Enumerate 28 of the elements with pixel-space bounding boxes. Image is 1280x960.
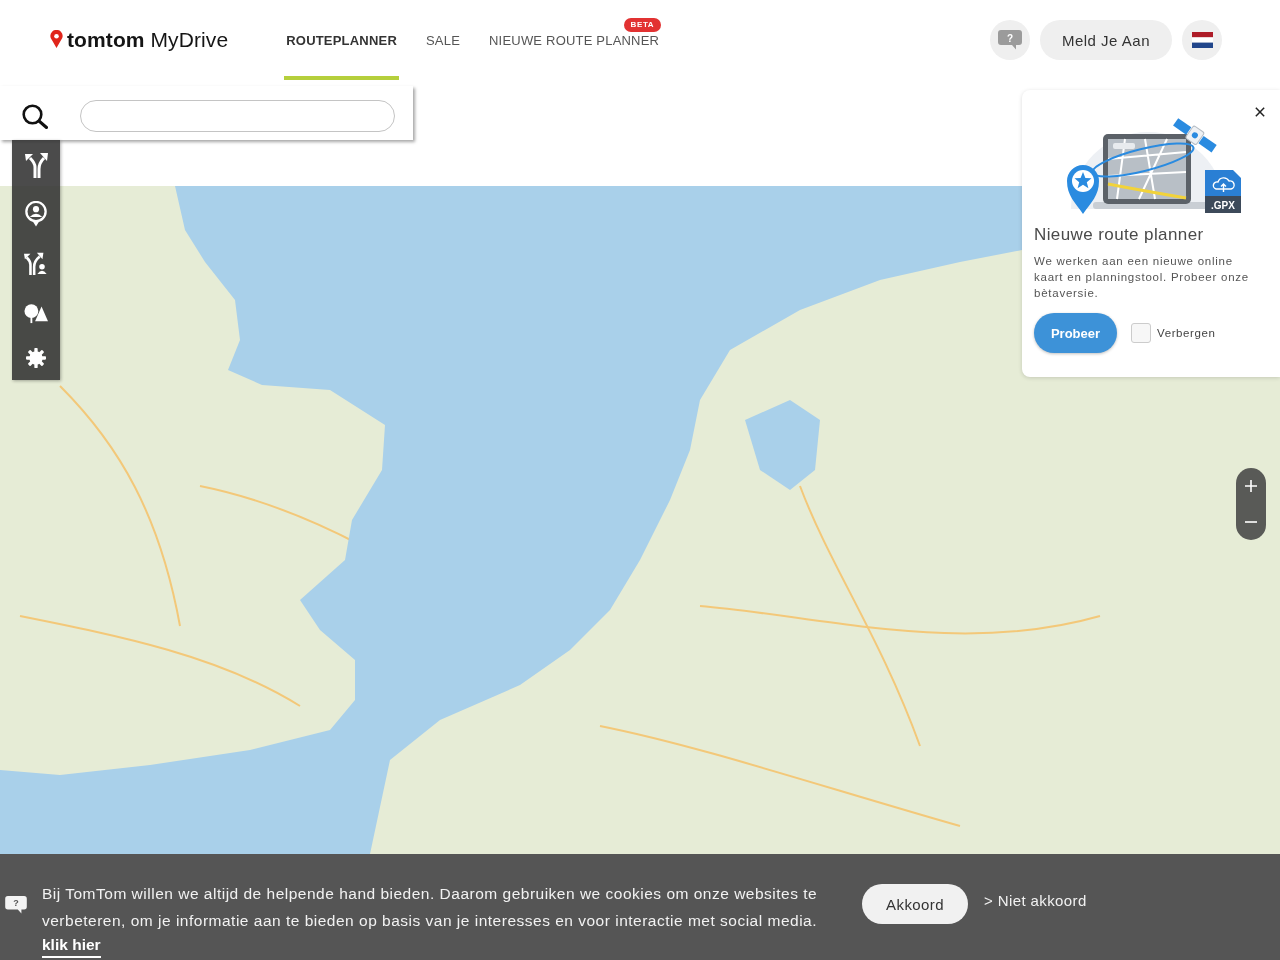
plus-icon: [1245, 480, 1257, 492]
checkbox-label[interactable]: Verbergen: [1157, 327, 1216, 339]
popup-text: We werken aan een nieuwe online kaart en planningstool. Probeer onze bètaversie.: [1034, 254, 1250, 301]
cookie-message: Bij TomTom willen we altijd de helpende hand bieden. Daarom gebruiken we cookies om onze websites te verbeteren, om je informatie aan te bieden op basis van je interesses en voor interactie met social media.: [42, 884, 819, 931]
star-pin-icon: [1067, 165, 1099, 214]
close-icon[interactable]: [1255, 107, 1265, 117]
settings-icon[interactable]: [26, 348, 46, 369]
search-icon[interactable]: [22, 104, 48, 129]
accept-button[interactable]: Akkoord: [862, 884, 968, 924]
satellite-icon: [1173, 118, 1217, 153]
location-pin-icon: [50, 30, 63, 48]
decline-link[interactable]: > Niet akkoord: [984, 892, 1087, 909]
user-pin-icon[interactable]: [24, 200, 48, 227]
beta-badge: BETA: [623, 18, 662, 32]
nav-tab[interactable]: SALE: [424, 0, 463, 80]
flag-icon: [1191, 32, 1213, 48]
minus-icon: [1245, 521, 1257, 523]
logo-text[interactable]: tomtom MyDrive: [67, 28, 229, 52]
help-bubble-icon: ?: [997, 30, 1022, 50]
checkbox[interactable]: [1131, 323, 1151, 343]
search-field[interactable]: [80, 100, 395, 132]
gpx-file-icon: .GPX: [1205, 170, 1241, 213]
fork-arrows-icon[interactable]: [24, 151, 48, 178]
help-bubble-icon: ?: [5, 896, 27, 914]
login-button[interactable]: Meld Je Aan: [1039, 20, 1172, 60]
popup-title: Nieuwe route planner: [1034, 225, 1205, 245]
language-button[interactable]: [1182, 20, 1222, 60]
more-info-link[interactable]: klik hier: [42, 934, 101, 958]
